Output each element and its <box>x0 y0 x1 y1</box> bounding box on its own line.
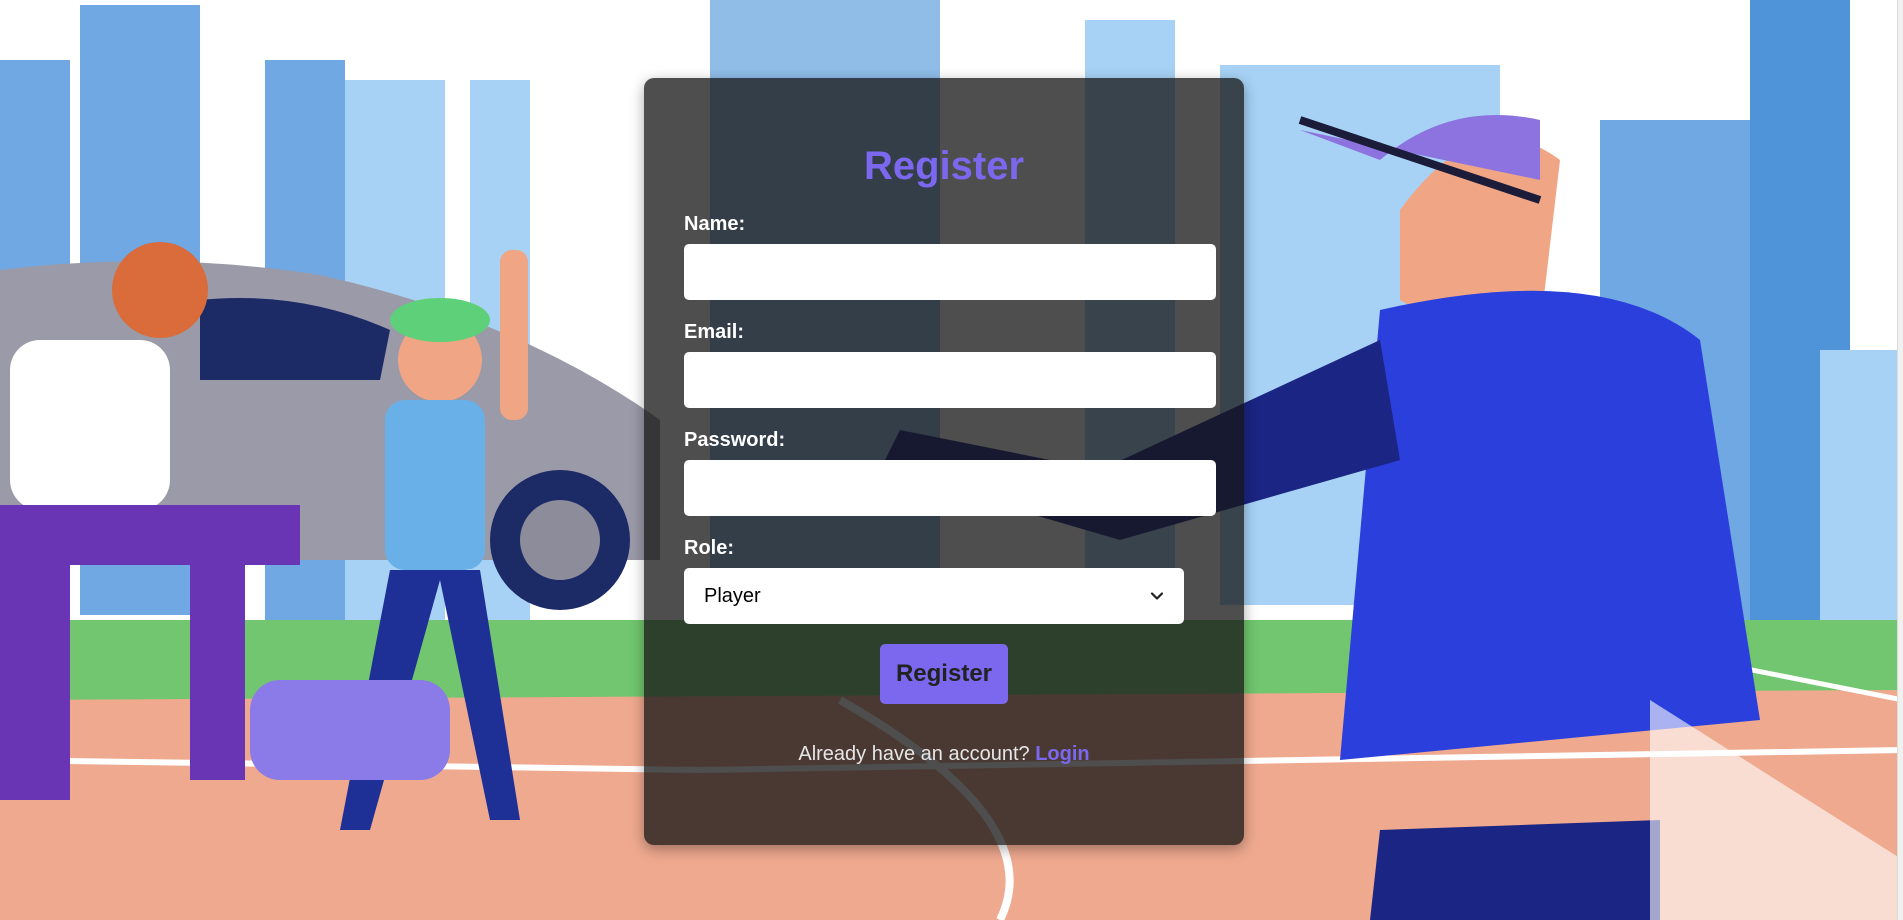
page-title: Register <box>863 144 1025 188</box>
scrollbar-gutter[interactable] <box>1897 0 1903 920</box>
name-label: Name: <box>684 213 746 235</box>
password-input[interactable] <box>684 460 1216 516</box>
chevron-down-icon <box>1150 592 1164 600</box>
role-selected-value: Player <box>704 584 761 607</box>
email-label: Email: <box>684 321 745 343</box>
register-page: Register Name: Email: Password: Role: Pl… <box>0 0 1903 920</box>
name-input[interactable] <box>684 244 1216 300</box>
email-input[interactable] <box>684 352 1216 408</box>
login-prompt: Already have an account? Login <box>684 742 1204 766</box>
password-label: Password: <box>684 429 786 451</box>
login-prompt-text: Already have an account? <box>798 743 1036 765</box>
role-label: Role: <box>684 537 734 559</box>
login-link[interactable]: Login <box>1035 743 1089 765</box>
register-card: Register Name: Email: Password: Role: Pl… <box>644 78 1244 845</box>
role-select[interactable]: Player <box>684 568 1184 624</box>
register-button[interactable]: Register <box>880 644 1008 704</box>
